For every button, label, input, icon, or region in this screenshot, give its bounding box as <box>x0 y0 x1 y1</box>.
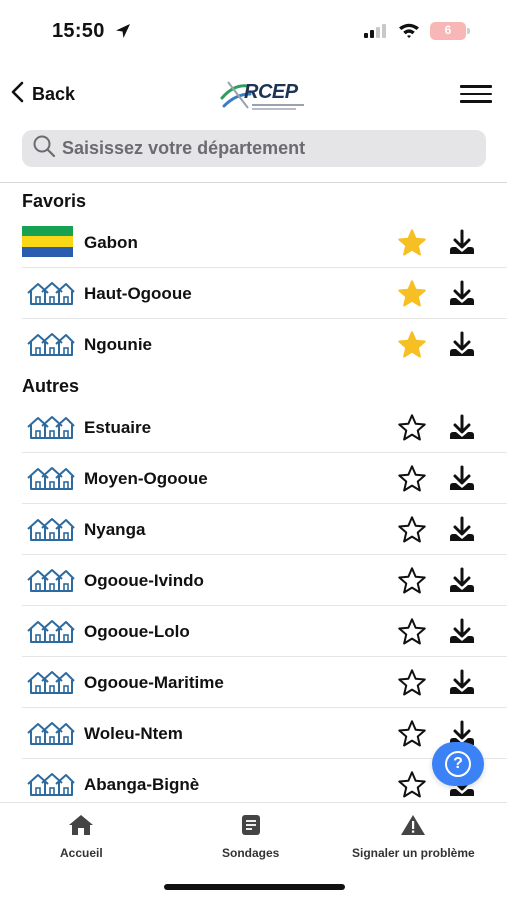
help-button[interactable]: ? <box>432 742 484 786</box>
list-item[interactable]: Haut-Ogooue <box>0 268 507 319</box>
cellular-signal-icon <box>364 24 390 43</box>
battery-cap <box>467 28 470 34</box>
star-outline-icon[interactable] <box>397 413 427 443</box>
list-item-label: Nyanga <box>84 520 146 539</box>
home-icon <box>67 813 95 842</box>
download-icon[interactable] <box>447 464 477 494</box>
houses-icon <box>26 466 76 491</box>
gabon-flag-icon <box>22 226 73 257</box>
list-item[interactable]: Nyanga <box>0 504 507 555</box>
list-item-label: Abanga-Bignè <box>84 775 200 794</box>
list-item[interactable]: Moyen-Ogooue <box>0 453 507 504</box>
search-input[interactable] <box>62 138 482 159</box>
list-item-label: Ogooue-Ivindo <box>84 571 204 590</box>
download-icon[interactable] <box>447 668 477 698</box>
rcep-logo: RCEP <box>218 74 314 116</box>
list-item-label: Gabon <box>84 233 138 252</box>
star-outline-icon[interactable] <box>397 566 427 596</box>
list-item-label: Ogooue-Maritime <box>84 673 224 692</box>
nav-bar: Back RCEP <box>0 68 507 122</box>
star-filled-icon[interactable] <box>397 228 427 258</box>
tab-accueil[interactable]: Accueil <box>60 813 103 860</box>
houses-icon <box>26 772 76 797</box>
star-outline-icon[interactable] <box>397 515 427 545</box>
list-item[interactable]: Ngounie <box>0 319 507 370</box>
chevron-left-icon <box>10 81 26 108</box>
department-list[interactable]: Favoris Gabon Haut-Ogooue Ngounie Autres E… <box>0 183 507 801</box>
search-icon <box>32 134 56 163</box>
location-arrow-icon <box>114 22 132 45</box>
logo-subtitle-line-2 <box>252 108 296 110</box>
download-icon[interactable] <box>447 413 477 443</box>
houses-icon <box>26 517 76 542</box>
list-item-label: Estuaire <box>84 418 152 437</box>
list-item[interactable]: Ogooue-Maritime <box>0 657 507 708</box>
star-outline-icon[interactable] <box>397 770 427 800</box>
document-icon <box>239 813 263 842</box>
tab-label: Signaler un problème <box>352 846 475 860</box>
battery-level: 6 <box>444 23 452 37</box>
star-filled-icon[interactable] <box>397 279 427 309</box>
tab-label: Accueil <box>60 846 103 860</box>
battery-icon: 6 <box>430 22 466 40</box>
download-icon[interactable] <box>447 566 477 596</box>
download-icon[interactable] <box>447 617 477 647</box>
houses-icon <box>26 281 76 306</box>
tab-label: Sondages <box>222 846 280 860</box>
star-outline-icon[interactable] <box>397 617 427 647</box>
download-icon[interactable] <box>447 228 477 258</box>
houses-icon <box>26 619 76 644</box>
houses-icon <box>26 332 76 357</box>
hamburger-menu-icon[interactable] <box>460 85 492 105</box>
home-indicator <box>164 884 345 890</box>
question-mark-icon: ? <box>445 751 471 777</box>
list-item[interactable]: Abanga-Bignè <box>0 759 507 801</box>
status-bar: 15:50 6 <box>0 0 507 62</box>
section-title-others: Autres <box>22 376 80 396</box>
list-item-label: Ngounie <box>84 335 152 354</box>
star-outline-icon[interactable] <box>397 464 427 494</box>
back-button[interactable]: Back <box>10 80 75 108</box>
list-item[interactable]: Gabon <box>0 217 507 268</box>
download-icon[interactable] <box>447 330 477 360</box>
star-filled-icon[interactable] <box>397 330 427 360</box>
houses-icon <box>26 721 76 746</box>
houses-icon <box>26 415 76 440</box>
list-item-label: Woleu-Ntem <box>84 724 183 743</box>
houses-icon <box>26 670 76 695</box>
search-bar[interactable] <box>22 130 486 167</box>
houses-icon <box>26 568 76 593</box>
list-item-label: Ogooue-Lolo <box>84 622 190 641</box>
tab-sondages[interactable]: Sondages <box>222 813 279 860</box>
list-item-label: Haut-Ogooue <box>84 284 192 303</box>
status-time: 15:50 <box>52 20 105 42</box>
list-item[interactable]: Ogooue-Lolo <box>0 606 507 657</box>
star-outline-icon[interactable] <box>397 668 427 698</box>
list-item[interactable]: Woleu-Ntem <box>0 708 507 759</box>
logo-text: RCEP <box>244 81 298 103</box>
section-title-favorites: Favoris <box>22 191 87 211</box>
back-label: Back <box>32 83 76 104</box>
wifi-icon <box>398 22 420 43</box>
tab-signaler[interactable]: Signaler un problème <box>352 813 475 860</box>
download-icon[interactable] <box>447 515 477 545</box>
download-icon[interactable] <box>447 279 477 309</box>
star-outline-icon[interactable] <box>397 719 427 749</box>
list-item[interactable]: Estuaire <box>0 402 507 453</box>
logo-subtitle-line <box>252 104 304 106</box>
list-item-label: Moyen-Ogooue <box>84 469 208 488</box>
list-item[interactable]: Ogooue-Ivindo <box>0 555 507 606</box>
warning-icon <box>400 813 426 842</box>
